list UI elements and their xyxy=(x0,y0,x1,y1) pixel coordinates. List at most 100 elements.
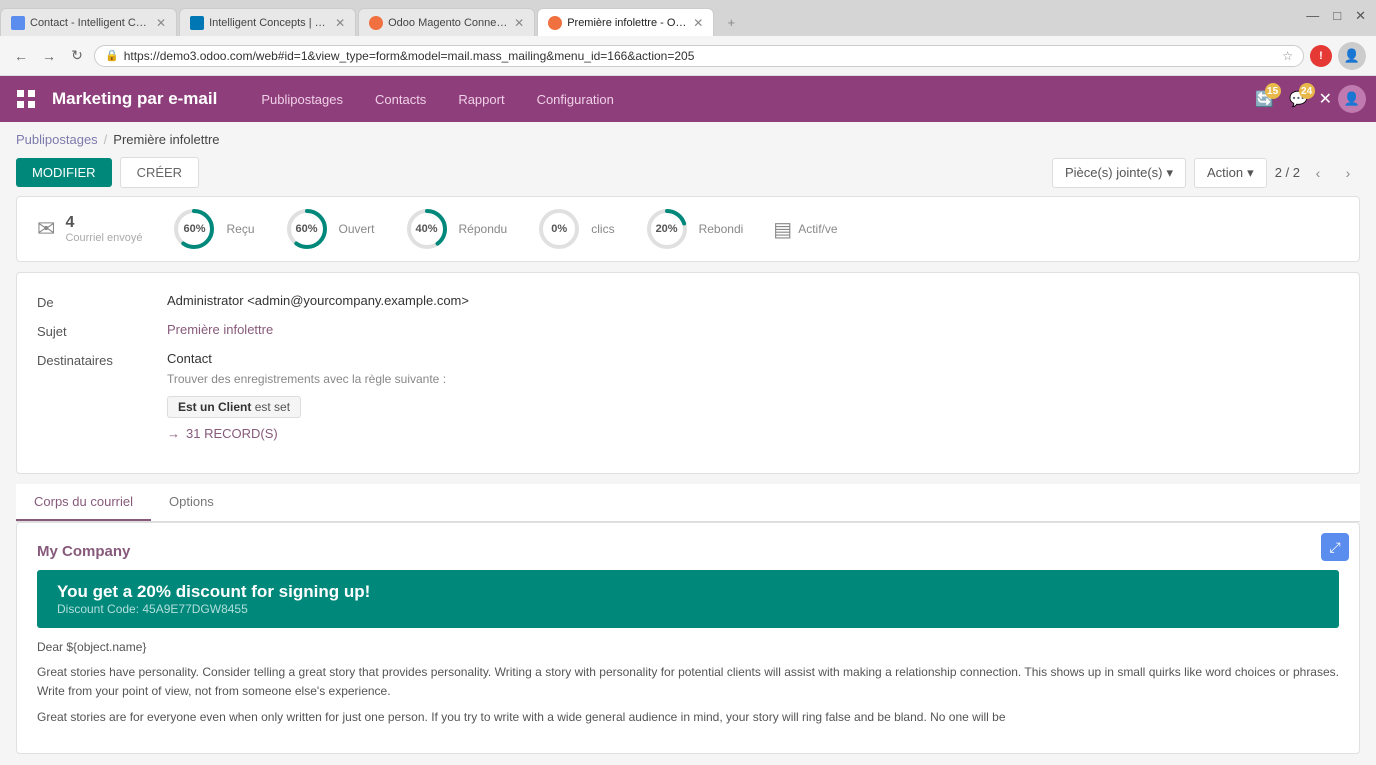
stat-recu: 60% Reçu xyxy=(172,207,254,251)
extension-icon-red[interactable]: ! xyxy=(1310,45,1332,67)
nav-contacts[interactable]: Contacts xyxy=(361,84,440,115)
company-name: My Company xyxy=(37,543,1339,560)
filter-field: Est un Client xyxy=(178,400,251,414)
back-button[interactable]: ← xyxy=(10,45,32,67)
filter-row: Est un Client est set xyxy=(167,392,446,418)
stat-mail: ✉ 4 Courriel envoyé xyxy=(37,214,142,244)
address-bar[interactable]: 🔒 https://demo3.odoo.com/web#id=1&view_t… xyxy=(94,45,1304,67)
lock-icon: 🔒 xyxy=(105,49,119,62)
stat-recu-label: Reçu xyxy=(226,222,254,236)
toolbar: MODIFIER CRÉER Pièce(s) jointe(s) ▾ Acti… xyxy=(0,153,1376,196)
banner-title: You get a 20% discount for signing up! xyxy=(57,582,1319,602)
refresh-badge[interactable]: 🔄 15 xyxy=(1251,85,1279,113)
breadcrumb-sep: / xyxy=(104,132,108,147)
user-avatar[interactable]: 👤 xyxy=(1338,85,1366,113)
records-count: 31 RECORD(S) xyxy=(186,426,278,441)
new-tab-button[interactable]: + xyxy=(716,8,746,36)
pieces-jointes-button[interactable]: Pièce(s) jointe(s) ▾ xyxy=(1052,158,1186,188)
sujet-value: Première infolettre xyxy=(167,322,273,339)
close-session-icon[interactable]: ✕ xyxy=(1319,89,1332,109)
form-row-de: De Administrator <admin@yourcompany.exam… xyxy=(37,293,1339,310)
browser-tab-1[interactable]: Contact - Intelligent Con... ✕ xyxy=(0,8,177,36)
stat-rebondi-label: Rebondi xyxy=(699,222,744,236)
email-text-content: Dear ${object.name} Great stories have p… xyxy=(37,638,1339,727)
maximize-button[interactable]: □ xyxy=(1333,8,1341,24)
trouver-text: Trouver des enregistrements avec la règl… xyxy=(167,372,446,386)
stat-clics-label: clics xyxy=(591,222,614,236)
archive-icon: ▤ xyxy=(773,217,792,242)
tab-favicon-1 xyxy=(11,16,25,30)
stats-bar: ✉ 4 Courriel envoyé 60% Reçu xyxy=(16,196,1360,262)
modifier-button[interactable]: MODIFIER xyxy=(16,158,112,187)
destinataires-label: Destinataires xyxy=(37,351,167,441)
nav-rapport[interactable]: Rapport xyxy=(444,84,518,115)
nav-publipostages[interactable]: Publipostages xyxy=(247,84,357,115)
browser-tab-4[interactable]: Première infolettre - Odo... ✕ xyxy=(537,8,714,36)
stat-clics-circle: 0% xyxy=(537,207,581,251)
refresh-button[interactable]: ↻ xyxy=(66,45,88,67)
stat-ouvert-circle: 60% xyxy=(285,207,329,251)
destinataires-value: Contact xyxy=(167,351,446,366)
browser-tab-2[interactable]: Intelligent Concepts | Lin... ✕ xyxy=(179,8,356,36)
stat-recu-percent: 60% xyxy=(183,223,205,235)
tab-options[interactable]: Options xyxy=(151,484,232,521)
stat-repondu: 40% Répondu xyxy=(405,207,508,251)
stat-clics: 0% clics xyxy=(537,207,614,251)
mail-icon: ✉ xyxy=(37,216,55,242)
breadcrumb: Publipostages / Première infolettre xyxy=(0,122,1376,153)
content-tabs: Corps du courriel Options xyxy=(16,484,1360,522)
tab-close-2[interactable]: ✕ xyxy=(335,16,345,30)
form-row-sujet: Sujet Première infolettre xyxy=(37,322,1339,339)
stat-repondu-percent: 40% xyxy=(416,223,438,235)
toolbar-center: Pièce(s) jointe(s) ▾ Action ▾ xyxy=(1052,158,1267,188)
action-chevron-down-icon: ▾ xyxy=(1247,165,1254,181)
arrow-right-icon: → xyxy=(167,426,180,441)
tab-close-3[interactable]: ✕ xyxy=(514,16,524,30)
expand-button[interactable]: ⤢ xyxy=(1321,533,1349,561)
grid-menu-icon[interactable] xyxy=(10,83,42,115)
main-content: Publipostages / Première infolettre MODI… xyxy=(0,122,1376,765)
app-header: Marketing par e-mail Publipostages Conta… xyxy=(0,76,1376,122)
forward-button[interactable]: → xyxy=(38,45,60,67)
stat-actif-label: Actif/ve xyxy=(798,222,837,236)
nav-configuration[interactable]: Configuration xyxy=(523,84,628,115)
stat-ouvert-label: Ouvert xyxy=(339,222,375,236)
breadcrumb-parent[interactable]: Publipostages xyxy=(16,132,98,147)
url-text: https://demo3.odoo.com/web#id=1&view_typ… xyxy=(124,49,1278,63)
chevron-down-icon: ▾ xyxy=(1166,165,1173,181)
stat-rebondi-percent: 20% xyxy=(656,223,678,235)
records-link[interactable]: → 31 RECORD(S) xyxy=(167,426,446,441)
tab-corps-courriel[interactable]: Corps du courriel xyxy=(16,484,151,521)
tab-close-4[interactable]: ✕ xyxy=(693,16,703,30)
stat-mail-label: Courriel envoyé xyxy=(65,232,142,244)
bookmark-icon[interactable]: ☆ xyxy=(1282,49,1293,63)
header-right: 🔄 15 💬 24 ✕ 👤 xyxy=(1251,85,1366,113)
pagination-prev[interactable]: ‹ xyxy=(1306,161,1330,185)
banner-code: Discount Code: 45A9E77DGW8455 xyxy=(57,602,1319,616)
address-bar-row: ← → ↻ 🔒 https://demo3.odoo.com/web#id=1&… xyxy=(0,36,1376,76)
profile-icon[interactable]: 👤 xyxy=(1338,42,1366,70)
filter-op: est set xyxy=(255,400,290,414)
action-button[interactable]: Action ▾ xyxy=(1194,158,1267,188)
browser-tab-3[interactable]: Odoo Magento Connect... ✕ xyxy=(358,8,535,36)
app-title: Marketing par e-mail xyxy=(52,89,217,109)
stat-actif: ▤ Actif/ve xyxy=(773,217,837,242)
tab-favicon-2 xyxy=(190,16,204,30)
tab-close-1[interactable]: ✕ xyxy=(156,16,166,30)
tab-label-4: Première infolettre - Odo... xyxy=(567,17,687,29)
email-dear: Dear ${object.name} xyxy=(37,638,1339,657)
minimize-button[interactable]: — xyxy=(1306,8,1319,24)
sujet-label: Sujet xyxy=(37,322,167,339)
email-banner: You get a 20% discount for signing up! D… xyxy=(37,570,1339,628)
pagination-next[interactable]: › xyxy=(1336,161,1360,185)
message-badge[interactable]: 💬 24 xyxy=(1285,85,1313,113)
tab-favicon-4 xyxy=(548,16,562,30)
filter-badge: Est un Client est set xyxy=(167,396,301,418)
stat-rebondi-circle: 20% xyxy=(645,207,689,251)
de-value: Administrator <admin@yourcompany.example… xyxy=(167,293,469,310)
stat-ouvert-percent: 60% xyxy=(295,223,317,235)
tab-label-3: Odoo Magento Connect... xyxy=(388,17,508,29)
close-button[interactable]: ✕ xyxy=(1355,8,1366,24)
creer-button[interactable]: CRÉER xyxy=(120,157,200,188)
stat-repondu-label: Répondu xyxy=(459,222,508,236)
